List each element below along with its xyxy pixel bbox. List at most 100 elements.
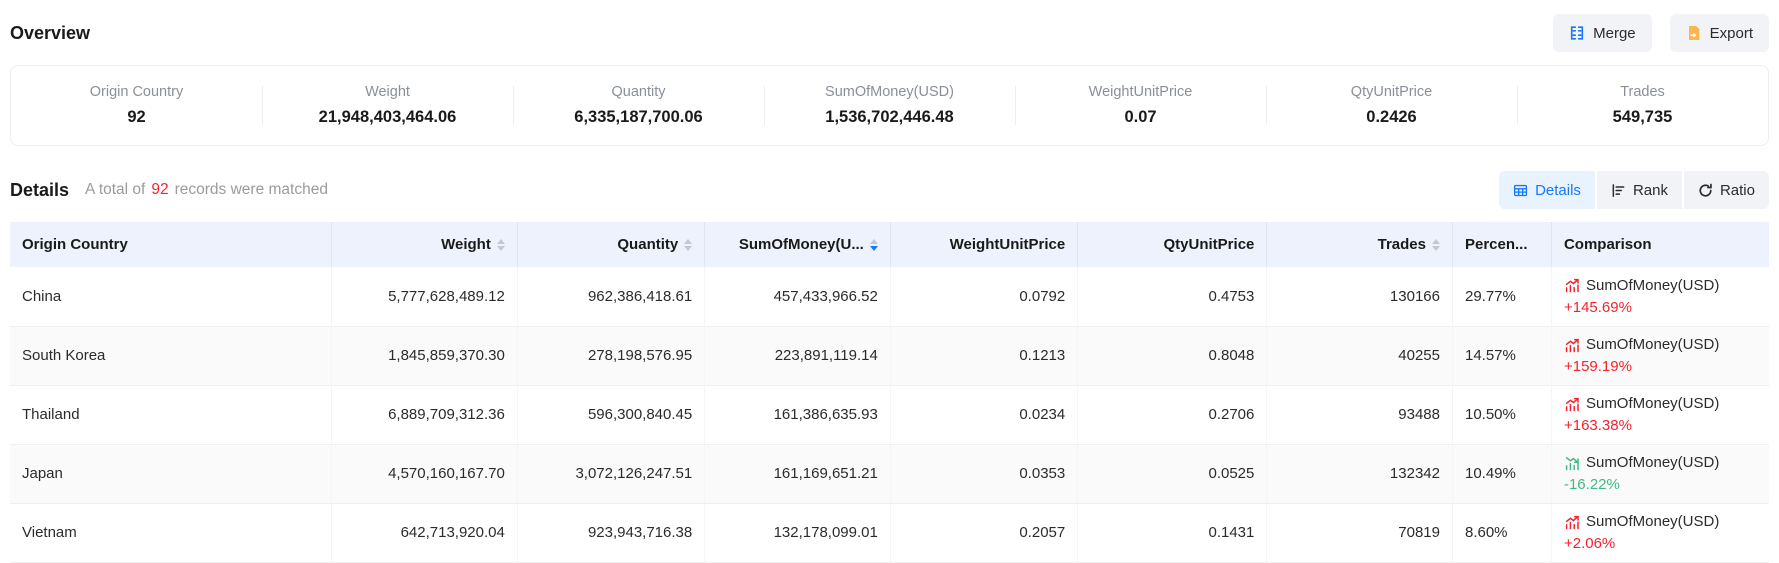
comparison-metric: SumOfMoney(USD)	[1564, 513, 1757, 530]
column-header-inner: WeightUnitPrice	[950, 236, 1066, 253]
comparison-metric: SumOfMoney(USD)	[1564, 336, 1757, 353]
stat-value: 6,335,187,700.06	[513, 108, 764, 127]
cell-sum_of_money: 457,433,966.52	[705, 267, 891, 326]
cell-quantity: 923,943,716.38	[517, 503, 704, 562]
details-table: Origin Country Weight Quantity SumOfMoney(U…	[10, 222, 1769, 563]
column-header-qty_unit_price: QtyUnitPrice	[1078, 222, 1267, 267]
merge-button-label: Merge	[1593, 25, 1636, 42]
column-header-weight[interactable]: Weight	[332, 222, 518, 267]
rank-bars-icon	[1611, 183, 1626, 198]
comparison-cell: SumOfMoney(USD) +2.06%	[1564, 513, 1757, 552]
column-header-sum_of_money[interactable]: SumOfMoney(U...	[705, 222, 891, 267]
column-header-inner: QtyUnitPrice	[1164, 236, 1255, 253]
cell-trades: 130166	[1267, 267, 1453, 326]
merge-icon	[1569, 25, 1585, 41]
sort-desc-icon	[497, 246, 505, 251]
cell-weight: 1,845,859,370.30	[332, 326, 518, 385]
sort-control[interactable]	[1432, 239, 1440, 251]
column-header-country: Origin Country	[10, 222, 332, 267]
table-row: Vietnam642,713,920.04923,943,716.38132,1…	[10, 503, 1769, 562]
ratio-cycle-icon	[1698, 183, 1713, 198]
cell-trades: 70819	[1267, 503, 1453, 562]
trend-up-chart-icon	[1564, 396, 1580, 412]
trend-up-chart-icon	[1564, 514, 1580, 530]
match-prefix: A total of	[85, 181, 145, 198]
comparison-change-value: -16.22%	[1564, 476, 1757, 493]
comparison-change-value: +163.38%	[1564, 417, 1757, 434]
cell-weight_unit_price: 0.1213	[890, 326, 1077, 385]
tab-label: Rank	[1633, 182, 1668, 199]
details-header-row: Details A total of92records were matched…	[10, 170, 1769, 210]
cell-percent: 10.50%	[1452, 385, 1551, 444]
cell-percent: 29.77%	[1452, 267, 1551, 326]
tab-ratio[interactable]: Ratio	[1684, 171, 1769, 209]
cell-comparison: SumOfMoney(USD) -16.22%	[1551, 444, 1769, 503]
stat-label: QtyUnitPrice	[1266, 84, 1517, 100]
page-title: Overview	[10, 23, 90, 44]
tab-rank[interactable]: Rank	[1597, 171, 1682, 209]
cell-country: Thailand	[10, 385, 332, 444]
cell-quantity: 596,300,840.45	[517, 385, 704, 444]
column-header-label: Quantity	[617, 236, 678, 253]
cell-quantity: 962,386,418.61	[517, 267, 704, 326]
table-row: Thailand6,889,709,312.36596,300,840.4516…	[10, 385, 1769, 444]
column-header-label: SumOfMoney(U...	[739, 236, 864, 253]
cell-weight_unit_price: 0.0353	[890, 444, 1077, 503]
column-header-trades[interactable]: Trades	[1267, 222, 1453, 267]
stat-value: 0.2426	[1266, 108, 1517, 127]
column-header-inner: Trades	[1378, 236, 1440, 253]
overview-stat: WeightUnitPrice0.07	[1015, 84, 1266, 127]
cell-country: South Korea	[10, 326, 332, 385]
stat-value: 21,948,403,464.06	[262, 108, 513, 127]
column-header-quantity[interactable]: Quantity	[517, 222, 704, 267]
toolbar: Merge Export	[1553, 14, 1769, 52]
stat-label: Quantity	[513, 84, 764, 100]
column-header-label: Trades	[1378, 236, 1426, 253]
column-header-label: QtyUnitPrice	[1164, 236, 1255, 253]
export-button[interactable]: Export	[1670, 14, 1769, 52]
comparison-metric-label: SumOfMoney(USD)	[1586, 395, 1719, 412]
column-header-inner: Weight	[441, 236, 505, 253]
table-row: South Korea1,845,859,370.30278,198,576.9…	[10, 326, 1769, 385]
stat-label: SumOfMoney(USD)	[764, 84, 1015, 100]
sort-desc-icon	[870, 246, 878, 251]
match-suffix: records were matched	[175, 181, 328, 198]
cell-qty_unit_price: 0.4753	[1078, 267, 1267, 326]
cell-weight_unit_price: 0.0792	[890, 267, 1077, 326]
column-header-inner: SumOfMoney(U...	[739, 236, 878, 253]
comparison-cell: SumOfMoney(USD) -16.22%	[1564, 454, 1757, 493]
comparison-change-value: +145.69%	[1564, 299, 1757, 316]
tab-details[interactable]: Details	[1499, 171, 1595, 209]
comparison-metric: SumOfMoney(USD)	[1564, 454, 1757, 471]
stat-value: 92	[11, 108, 262, 127]
overview-stat: SumOfMoney(USD)1,536,702,446.48	[764, 84, 1015, 127]
comparison-change-value: +2.06%	[1564, 535, 1757, 552]
cell-comparison: SumOfMoney(USD) +159.19%	[1551, 326, 1769, 385]
table-row: China5,777,628,489.12962,386,418.61457,4…	[10, 267, 1769, 326]
comparison-metric: SumOfMoney(USD)	[1564, 277, 1757, 294]
sort-asc-icon	[684, 239, 692, 244]
overview-page: Overview Merge Export Origin Country 92 We…	[0, 0, 1779, 563]
tab-label: Details	[1535, 182, 1581, 199]
comparison-cell: SumOfMoney(USD) +159.19%	[1564, 336, 1757, 375]
column-header-weight_unit_price: WeightUnitPrice	[890, 222, 1077, 267]
cell-qty_unit_price: 0.0525	[1078, 444, 1267, 503]
trend-down-chart-icon	[1564, 455, 1580, 471]
comparison-metric-label: SumOfMoney(USD)	[1586, 277, 1719, 294]
sort-control[interactable]	[870, 239, 878, 251]
sort-asc-icon	[1432, 239, 1440, 244]
comparison-cell: SumOfMoney(USD) +163.38%	[1564, 395, 1757, 434]
column-header-comparison: Comparison	[1551, 222, 1769, 267]
details-title: Details	[10, 180, 69, 201]
cell-trades: 132342	[1267, 444, 1453, 503]
sort-control[interactable]	[684, 239, 692, 251]
column-header-percent: Percen...	[1452, 222, 1551, 267]
sort-control[interactable]	[497, 239, 505, 251]
merge-button[interactable]: Merge	[1553, 14, 1652, 52]
comparison-change-value: +159.19%	[1564, 358, 1757, 375]
sort-desc-icon	[1432, 246, 1440, 251]
comparison-metric-label: SumOfMoney(USD)	[1586, 336, 1719, 353]
cell-country: China	[10, 267, 332, 326]
sort-asc-icon	[497, 239, 505, 244]
cell-weight: 4,570,160,167.70	[332, 444, 518, 503]
